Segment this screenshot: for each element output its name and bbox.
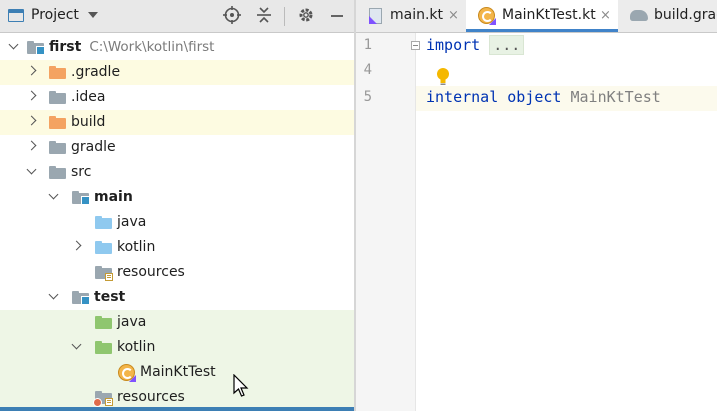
chevron-right-icon[interactable]: [26, 91, 38, 103]
tree-row-test[interactable]: test: [0, 285, 354, 310]
editor-tab-bar: main.kt × MainKtTest.kt × build.gradle: [356, 0, 717, 33]
excluded-folder-icon: [49, 66, 66, 79]
lightbulb-icon[interactable]: [436, 67, 450, 91]
line-number: 4: [363, 62, 372, 78]
tree-row-main-java[interactable]: java: [0, 210, 354, 235]
tree-row-main-resources[interactable]: resources: [0, 260, 354, 285]
chevron-down-icon[interactable]: [8, 41, 20, 53]
collapse-all-icon[interactable]: [254, 6, 274, 26]
tree-item-label: .idea: [71, 89, 106, 105]
tree-row-main-kotlin[interactable]: kotlin: [0, 235, 354, 260]
tab-label: MainKtTest.kt: [502, 7, 596, 23]
tab-build-gradle[interactable]: build.gradle: [618, 0, 717, 32]
tree-item-label: build: [71, 114, 106, 130]
chevron-down-icon[interactable]: [88, 12, 98, 18]
project-view-selector[interactable]: Project: [31, 7, 79, 23]
tree-item-label: test: [94, 289, 126, 305]
keyword: object: [507, 88, 562, 106]
kotlin-object-icon: [478, 7, 496, 25]
chevron-right-icon[interactable]: [26, 66, 38, 78]
tree-row-build[interactable]: build: [0, 110, 354, 135]
module-folder-icon: [72, 191, 90, 205]
close-icon[interactable]: ×: [448, 8, 459, 23]
editor-area: main.kt × MainKtTest.kt × build.gradle 1…: [356, 0, 717, 411]
tree-root-label: first C:\Work\kotlin\first: [49, 39, 215, 55]
line-number: 5: [363, 89, 372, 105]
tree-item-label: .gradle: [71, 64, 121, 80]
class-name: MainKtTest: [570, 88, 661, 106]
tab-main-kt[interactable]: main.kt ×: [356, 0, 466, 32]
tree-row-src[interactable]: src: [0, 160, 354, 185]
project-panel-header: Project: [0, 0, 354, 33]
folder-icon: [49, 166, 66, 179]
code-line-1[interactable]: import ...: [426, 35, 525, 55]
tree-item-label: resources: [117, 264, 185, 280]
folder-icon: [49, 91, 66, 104]
locate-icon[interactable]: [222, 6, 242, 26]
tree-item-label: MainKtTest: [140, 364, 216, 380]
test-folder-icon: [95, 316, 112, 329]
tree-item-label: kotlin: [117, 239, 156, 255]
project-tool-window: Project first C:\Work\kotlin\first .gradl…: [0, 0, 354, 411]
tab-label: main.kt: [390, 7, 444, 23]
tab-label: build.gradle: [654, 7, 717, 23]
folded-imports[interactable]: ...: [489, 35, 525, 55]
chevron-down-icon[interactable]: [48, 291, 60, 303]
toolbar-separator: [284, 7, 285, 26]
keyword: import: [426, 36, 481, 54]
chevron-right-icon[interactable]: [71, 241, 83, 253]
tree-row-gradle[interactable]: gradle: [0, 135, 354, 160]
tree-item-label: src: [71, 164, 92, 180]
excluded-folder-icon: [49, 116, 66, 129]
chevron-down-icon[interactable]: [26, 166, 38, 178]
editor-gutter[interactable]: 1 4 5: [356, 33, 416, 411]
tree-row-test-java[interactable]: java: [0, 310, 354, 335]
kotlin-file-icon: [369, 8, 382, 24]
hide-icon[interactable]: [327, 6, 347, 26]
code-line-5[interactable]: internal object MainKtTest: [426, 88, 661, 106]
folder-icon: [49, 141, 66, 154]
tree-item-label: kotlin: [117, 339, 156, 355]
resources-folder-icon: [95, 266, 113, 281]
project-icon: [8, 9, 24, 22]
tree-row-test-kotlin[interactable]: kotlin: [0, 335, 354, 360]
test-folder-icon: [95, 341, 112, 354]
module-folder-icon: [27, 41, 45, 55]
tree-item-label: main: [94, 189, 133, 205]
close-icon[interactable]: ×: [600, 8, 611, 23]
source-folder-icon: [95, 216, 112, 229]
chevron-down-icon[interactable]: [71, 341, 83, 353]
fold-toggle-icon[interactable]: [411, 41, 420, 50]
tree-item-label: resources: [117, 389, 185, 405]
chevron-right-icon[interactable]: [26, 141, 38, 153]
tree-row-root[interactable]: first C:\Work\kotlin\first: [0, 35, 354, 60]
source-folder-icon: [95, 241, 112, 254]
tree-row-dot-gradle[interactable]: .gradle: [0, 60, 354, 85]
tree-row-mainkttest[interactable]: MainKtTest: [0, 360, 354, 385]
tree-item-label: gradle: [71, 139, 116, 155]
test-resources-folder-icon: [93, 391, 113, 407]
tab-mainkttest-kt[interactable]: MainKtTest.kt ×: [466, 0, 618, 32]
tree-item-label: java: [117, 214, 147, 230]
tree-item-label: java: [117, 314, 147, 330]
line-number: 1: [363, 37, 372, 53]
module-folder-icon: [72, 291, 90, 305]
chevron-right-icon[interactable]: [26, 116, 38, 128]
panel-focus-border: [0, 407, 354, 411]
settings-gear-icon[interactable]: [296, 6, 316, 26]
chevron-down-icon[interactable]: [48, 191, 60, 203]
kotlin-object-icon: [118, 364, 136, 382]
tree-row-idea[interactable]: .idea: [0, 85, 354, 110]
tree-row-main[interactable]: main: [0, 185, 354, 210]
gradle-icon: [630, 10, 648, 21]
